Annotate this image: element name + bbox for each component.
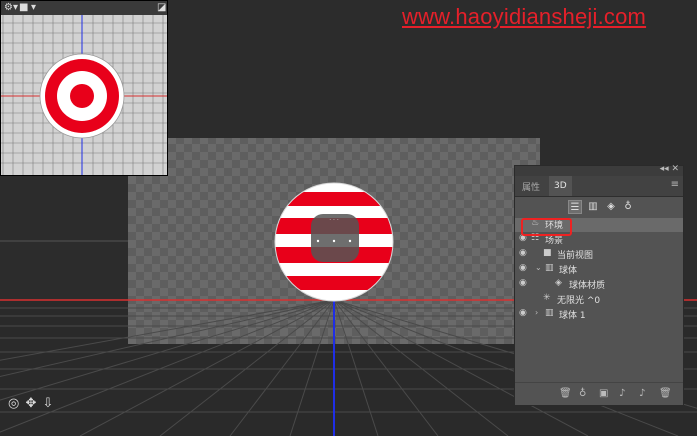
material-filter-icon[interactable]: ◈ (604, 200, 618, 214)
material-icon: ◈ (555, 278, 562, 288)
panel-tab-bar: 属性 3D ≡ (515, 176, 683, 197)
pan-icon[interactable]: ✥ (25, 396, 36, 411)
layer-row-sphere[interactable]: ◉ ⌄ ▥ 球体 (515, 263, 683, 277)
close-view-icon[interactable]: ◪ (157, 2, 166, 13)
panel-top-bar: ◂◂ ✕ (515, 164, 683, 176)
new-mesh-icon[interactable]: ▣ (599, 388, 608, 399)
layer-row-current-view[interactable]: ◉ ■ 当前视图 (515, 248, 683, 262)
new-light-icon[interactable]: ♪ (619, 388, 625, 399)
tab-3d[interactable]: 3D (549, 176, 572, 196)
layer-row-sphere-material[interactable]: ◉ ◈ 球体材质 (515, 278, 683, 292)
trash-icon[interactable]: 🗑 (659, 388, 672, 399)
chevron-right-icon[interactable]: › (535, 308, 538, 317)
mesh-filter-icon[interactable]: ▥ (586, 200, 600, 214)
visibility-eye-icon[interactable]: ◉ (519, 308, 527, 318)
orbit-icon[interactable]: ◎ (8, 396, 19, 411)
visibility-eye-icon[interactable]: ◉ (519, 263, 527, 273)
mesh-icon: ▥ (545, 263, 554, 273)
mesh-icon: ▥ (545, 308, 554, 318)
watermark-url: www.haoyidiansheji.com (402, 4, 647, 29)
secondary-view[interactable]: ⚙▾ ■ ▾ ◪ (0, 0, 168, 176)
camera-icon: ■ (543, 248, 552, 258)
collapse-close-icons[interactable]: ◂◂ ✕ (660, 164, 679, 174)
highlight-box (521, 218, 572, 236)
filter-bar: ☰ ▥ ◈ ♁ (515, 197, 683, 219)
visibility-eye-icon[interactable]: ◉ (519, 278, 527, 288)
camera-dropdown[interactable]: ▾ (31, 2, 36, 13)
move-icon[interactable]: ♪ (639, 388, 645, 399)
3d-panel[interactable]: ◂◂ ✕ 属性 3D ≡ ☰ ▥ ◈ ♁ ♨ 环境 ◉ ☷ 场景 ◉ ■ 当前视… (514, 164, 684, 406)
scene-filter-icon[interactable]: ☰ (568, 200, 582, 214)
layer-row-sphere-1[interactable]: ◉ › ▥ 球体 1 (515, 308, 683, 322)
light-bulb-icon[interactable]: ♁ (579, 388, 586, 399)
layer-row-infinite-light[interactable]: ✳ 无限光 ^0 (515, 293, 683, 307)
panel-bottom-bar: 🗑 ♁ ▣ ♪ ♪ 🗑 (515, 382, 683, 405)
delete-icon[interactable]: 🗑 (559, 388, 572, 399)
camera-icon[interactable]: ■ (19, 2, 28, 13)
top-view-grid (1, 15, 167, 175)
visibility-eye-icon[interactable]: ◉ (519, 248, 527, 258)
infinite-light-icon: ✳ (543, 293, 551, 303)
chevron-down-icon[interactable]: ⌄ (535, 263, 542, 272)
light-filter-icon[interactable]: ♁ (621, 200, 635, 214)
settings-icon[interactable]: ⚙▾ (4, 2, 18, 13)
3d-nav-widget[interactable]: ◎ ✥ ⇩ (8, 396, 55, 411)
tab-properties[interactable]: 属性 (522, 180, 540, 193)
panel-menu-icon[interactable]: ≡ (671, 179, 679, 190)
secondary-view-toolbar: ⚙▾ ■ ▾ ◪ (1, 1, 167, 15)
dolly-icon[interactable]: ⇩ (43, 396, 54, 411)
svg-text:· · ·: · · · (329, 217, 339, 224)
